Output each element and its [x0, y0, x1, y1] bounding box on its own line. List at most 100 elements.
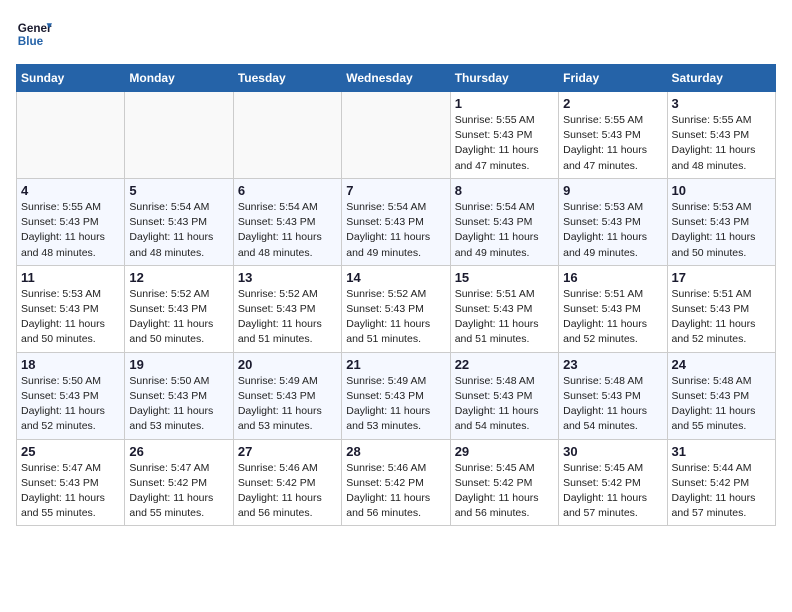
day-number: 18: [21, 357, 120, 372]
calendar-cell: 23 Sunrise: 5:48 AMSunset: 5:43 PMDaylig…: [559, 352, 667, 439]
day-number: 22: [455, 357, 554, 372]
day-number: 17: [672, 270, 771, 285]
calendar-cell: [17, 92, 125, 179]
calendar-cell: [125, 92, 233, 179]
calendar-week-row: 4 Sunrise: 5:55 AMSunset: 5:43 PMDayligh…: [17, 178, 776, 265]
calendar-cell: 1 Sunrise: 5:55 AMSunset: 5:43 PMDayligh…: [450, 92, 558, 179]
calendar-week-row: 18 Sunrise: 5:50 AMSunset: 5:43 PMDaylig…: [17, 352, 776, 439]
day-info: Sunrise: 5:50 AMSunset: 5:43 PMDaylight:…: [129, 374, 228, 435]
calendar-cell: 28 Sunrise: 5:46 AMSunset: 5:42 PMDaylig…: [342, 439, 450, 526]
day-info: Sunrise: 5:45 AMSunset: 5:42 PMDaylight:…: [455, 461, 554, 522]
calendar-table: SundayMondayTuesdayWednesdayThursdayFrid…: [16, 64, 776, 526]
day-number: 13: [238, 270, 337, 285]
day-info: Sunrise: 5:52 AMSunset: 5:43 PMDaylight:…: [129, 287, 228, 348]
day-info: Sunrise: 5:46 AMSunset: 5:42 PMDaylight:…: [346, 461, 445, 522]
day-info: Sunrise: 5:51 AMSunset: 5:43 PMDaylight:…: [672, 287, 771, 348]
day-number: 19: [129, 357, 228, 372]
day-number: 11: [21, 270, 120, 285]
day-number: 7: [346, 183, 445, 198]
calendar-cell: 13 Sunrise: 5:52 AMSunset: 5:43 PMDaylig…: [233, 265, 341, 352]
day-number: 28: [346, 444, 445, 459]
day-header: Tuesday: [233, 65, 341, 92]
day-number: 29: [455, 444, 554, 459]
calendar-cell: 11 Sunrise: 5:53 AMSunset: 5:43 PMDaylig…: [17, 265, 125, 352]
day-info: Sunrise: 5:48 AMSunset: 5:43 PMDaylight:…: [563, 374, 662, 435]
day-info: Sunrise: 5:45 AMSunset: 5:42 PMDaylight:…: [563, 461, 662, 522]
day-header: Wednesday: [342, 65, 450, 92]
day-number: 8: [455, 183, 554, 198]
calendar-cell: 26 Sunrise: 5:47 AMSunset: 5:42 PMDaylig…: [125, 439, 233, 526]
day-header: Friday: [559, 65, 667, 92]
calendar-cell: [233, 92, 341, 179]
calendar-cell: 19 Sunrise: 5:50 AMSunset: 5:43 PMDaylig…: [125, 352, 233, 439]
day-number: 9: [563, 183, 662, 198]
day-info: Sunrise: 5:48 AMSunset: 5:43 PMDaylight:…: [672, 374, 771, 435]
calendar-cell: 16 Sunrise: 5:51 AMSunset: 5:43 PMDaylig…: [559, 265, 667, 352]
calendar-cell: 12 Sunrise: 5:52 AMSunset: 5:43 PMDaylig…: [125, 265, 233, 352]
day-info: Sunrise: 5:50 AMSunset: 5:43 PMDaylight:…: [21, 374, 120, 435]
day-number: 30: [563, 444, 662, 459]
day-info: Sunrise: 5:55 AMSunset: 5:43 PMDaylight:…: [455, 113, 554, 174]
day-info: Sunrise: 5:53 AMSunset: 5:43 PMDaylight:…: [672, 200, 771, 261]
calendar-cell: 24 Sunrise: 5:48 AMSunset: 5:43 PMDaylig…: [667, 352, 775, 439]
calendar-cell: 17 Sunrise: 5:51 AMSunset: 5:43 PMDaylig…: [667, 265, 775, 352]
calendar-cell: 4 Sunrise: 5:55 AMSunset: 5:43 PMDayligh…: [17, 178, 125, 265]
calendar-cell: 7 Sunrise: 5:54 AMSunset: 5:43 PMDayligh…: [342, 178, 450, 265]
calendar-header-row: SundayMondayTuesdayWednesdayThursdayFrid…: [17, 65, 776, 92]
calendar-cell: 5 Sunrise: 5:54 AMSunset: 5:43 PMDayligh…: [125, 178, 233, 265]
day-info: Sunrise: 5:47 AMSunset: 5:42 PMDaylight:…: [129, 461, 228, 522]
day-number: 3: [672, 96, 771, 111]
calendar-cell: 22 Sunrise: 5:48 AMSunset: 5:43 PMDaylig…: [450, 352, 558, 439]
day-number: 27: [238, 444, 337, 459]
day-info: Sunrise: 5:52 AMSunset: 5:43 PMDaylight:…: [346, 287, 445, 348]
calendar-cell: 3 Sunrise: 5:55 AMSunset: 5:43 PMDayligh…: [667, 92, 775, 179]
svg-text:Blue: Blue: [18, 35, 44, 48]
day-number: 10: [672, 183, 771, 198]
day-info: Sunrise: 5:54 AMSunset: 5:43 PMDaylight:…: [238, 200, 337, 261]
day-number: 24: [672, 357, 771, 372]
day-info: Sunrise: 5:52 AMSunset: 5:43 PMDaylight:…: [238, 287, 337, 348]
day-info: Sunrise: 5:54 AMSunset: 5:43 PMDaylight:…: [455, 200, 554, 261]
calendar-cell: 2 Sunrise: 5:55 AMSunset: 5:43 PMDayligh…: [559, 92, 667, 179]
day-header: Saturday: [667, 65, 775, 92]
day-number: 1: [455, 96, 554, 111]
day-number: 20: [238, 357, 337, 372]
svg-text:General: General: [18, 22, 52, 35]
day-number: 25: [21, 444, 120, 459]
logo: General Blue: [16, 16, 52, 52]
day-number: 31: [672, 444, 771, 459]
day-info: Sunrise: 5:53 AMSunset: 5:43 PMDaylight:…: [21, 287, 120, 348]
calendar-cell: 18 Sunrise: 5:50 AMSunset: 5:43 PMDaylig…: [17, 352, 125, 439]
calendar-week-row: 11 Sunrise: 5:53 AMSunset: 5:43 PMDaylig…: [17, 265, 776, 352]
calendar-cell: 25 Sunrise: 5:47 AMSunset: 5:43 PMDaylig…: [17, 439, 125, 526]
day-info: Sunrise: 5:54 AMSunset: 5:43 PMDaylight:…: [346, 200, 445, 261]
day-number: 23: [563, 357, 662, 372]
calendar-cell: [342, 92, 450, 179]
calendar-cell: 14 Sunrise: 5:52 AMSunset: 5:43 PMDaylig…: [342, 265, 450, 352]
calendar-cell: 15 Sunrise: 5:51 AMSunset: 5:43 PMDaylig…: [450, 265, 558, 352]
calendar-cell: 31 Sunrise: 5:44 AMSunset: 5:42 PMDaylig…: [667, 439, 775, 526]
day-header: Monday: [125, 65, 233, 92]
day-number: 14: [346, 270, 445, 285]
calendar-cell: 21 Sunrise: 5:49 AMSunset: 5:43 PMDaylig…: [342, 352, 450, 439]
day-number: 15: [455, 270, 554, 285]
day-number: 2: [563, 96, 662, 111]
day-number: 21: [346, 357, 445, 372]
day-info: Sunrise: 5:55 AMSunset: 5:43 PMDaylight:…: [672, 113, 771, 174]
calendar-cell: 27 Sunrise: 5:46 AMSunset: 5:42 PMDaylig…: [233, 439, 341, 526]
day-number: 5: [129, 183, 228, 198]
calendar-cell: 9 Sunrise: 5:53 AMSunset: 5:43 PMDayligh…: [559, 178, 667, 265]
calendar-cell: 6 Sunrise: 5:54 AMSunset: 5:43 PMDayligh…: [233, 178, 341, 265]
calendar-cell: 29 Sunrise: 5:45 AMSunset: 5:42 PMDaylig…: [450, 439, 558, 526]
calendar-cell: 20 Sunrise: 5:49 AMSunset: 5:43 PMDaylig…: [233, 352, 341, 439]
day-info: Sunrise: 5:54 AMSunset: 5:43 PMDaylight:…: [129, 200, 228, 261]
day-info: Sunrise: 5:44 AMSunset: 5:42 PMDaylight:…: [672, 461, 771, 522]
day-header: Thursday: [450, 65, 558, 92]
calendar-week-row: 1 Sunrise: 5:55 AMSunset: 5:43 PMDayligh…: [17, 92, 776, 179]
day-info: Sunrise: 5:49 AMSunset: 5:43 PMDaylight:…: [346, 374, 445, 435]
day-number: 12: [129, 270, 228, 285]
day-header: Sunday: [17, 65, 125, 92]
day-info: Sunrise: 5:51 AMSunset: 5:43 PMDaylight:…: [563, 287, 662, 348]
day-info: Sunrise: 5:49 AMSunset: 5:43 PMDaylight:…: [238, 374, 337, 435]
day-info: Sunrise: 5:46 AMSunset: 5:42 PMDaylight:…: [238, 461, 337, 522]
